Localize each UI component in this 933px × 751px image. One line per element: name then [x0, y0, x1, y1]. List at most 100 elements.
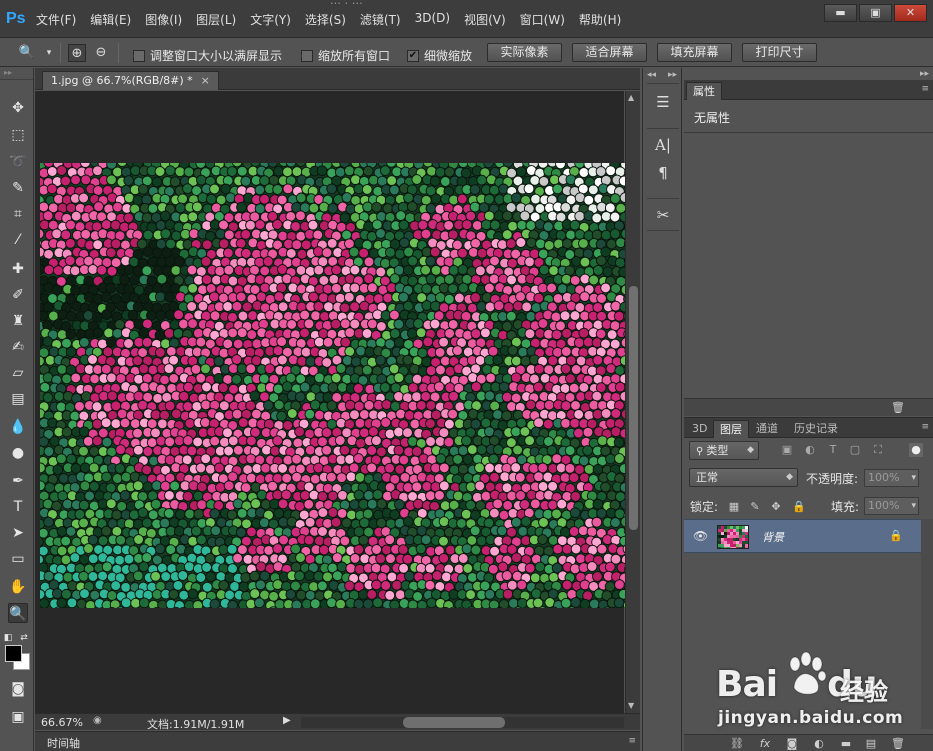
opacity-input[interactable]: 100% ▾	[864, 469, 919, 487]
clone-stamp-tool-icon[interactable]: ♜	[8, 311, 28, 331]
hand-tool-icon[interactable]: ✋	[8, 577, 28, 597]
canvas-area[interactable]	[35, 91, 625, 713]
menu-select[interactable]: 选择(S)	[305, 11, 346, 28]
panel-menu-icon[interactable]: ≡	[921, 422, 929, 432]
quick-mask-icon[interactable]: ◙	[8, 679, 28, 699]
character-panel-icon[interactable]: A|	[653, 135, 673, 155]
maximize-button[interactable]: ▣	[859, 4, 892, 22]
lock-position-icon[interactable]: ✥	[769, 500, 783, 514]
tab-3d[interactable]: 3D	[686, 420, 713, 438]
zoom-all-windows-checkbox[interactable]: 缩放所有窗口	[301, 47, 390, 64]
menu-window[interactable]: 窗口(W)	[520, 11, 565, 28]
adjustment-layer-icon[interactable]: ◐	[812, 737, 826, 751]
type-tool-icon[interactable]: T	[8, 497, 28, 517]
paragraph-panel-icon[interactable]: ¶	[653, 163, 673, 183]
adjustment-layer-filter-icon[interactable]: ◐	[803, 443, 817, 457]
trash-icon[interactable]: 🗑	[891, 737, 905, 751]
fit-screen-button[interactable]: 适合屏幕	[572, 43, 647, 62]
menu-help[interactable]: 帮助(H)	[579, 11, 621, 28]
layer-item-background[interactable]: 👁 背景 🔒	[684, 519, 933, 553]
chevron-down-icon[interactable]: ▾	[40, 44, 58, 62]
zoom-tool-preset-icon[interactable]: 🔍	[18, 44, 36, 62]
rectangle-tool-icon[interactable]: ▭	[8, 549, 28, 569]
layer-name[interactable]: 背景	[762, 529, 784, 545]
menu-3d[interactable]: 3D(D)	[415, 11, 450, 28]
properties-panel-icon[interactable]: ☰	[653, 92, 673, 112]
scroll-up-icon[interactable]: ▲	[628, 93, 634, 102]
screen-mode-icon[interactable]: ▣	[8, 707, 28, 727]
pixel-layer-filter-icon[interactable]: ▣	[780, 443, 794, 457]
marquee-tool-icon[interactable]: ⬚	[8, 125, 28, 145]
panel-grip-icon[interactable]: ◂◂	[647, 70, 656, 80]
tab-layers[interactable]: 图层	[713, 420, 749, 438]
pen-tool-icon[interactable]: ✒	[8, 471, 28, 491]
smart-object-filter-icon[interactable]: ⛶	[871, 443, 885, 457]
layer-filter-select[interactable]: ⚲ 类型 ◆	[689, 441, 759, 460]
lock-all-icon[interactable]: 🔒	[792, 500, 806, 514]
fill-input[interactable]: 100% ▾	[864, 497, 919, 515]
menu-type[interactable]: 文字(Y)	[250, 11, 291, 28]
close-button[interactable]: ✕	[894, 4, 927, 22]
new-layer-icon[interactable]: ▤	[864, 737, 878, 751]
layers-scrollbar[interactable]	[921, 519, 933, 729]
path-select-tool-icon[interactable]: ➤	[8, 523, 28, 543]
panel-menu-icon[interactable]: ≡	[921, 84, 929, 94]
scroll-down-icon[interactable]: ▼	[628, 701, 634, 710]
status-menu-arrow-icon[interactable]: ▶	[283, 715, 291, 726]
add-mask-icon[interactable]: ◙	[785, 737, 799, 751]
panel-grip-icon[interactable]: ▸▸	[920, 69, 929, 79]
foreground-color-swatch[interactable]	[5, 645, 22, 662]
dodge-tool-icon[interactable]: ●	[8, 443, 28, 463]
menu-filter[interactable]: 滤镜(T)	[360, 11, 401, 28]
vertical-scrollbar[interactable]: ▲ ▼	[625, 91, 640, 713]
panel-grip-icon[interactable]: ▸▸	[0, 68, 33, 80]
lasso-tool-icon[interactable]: ➰	[8, 152, 28, 172]
tab-history[interactable]: 历史记录	[788, 420, 844, 438]
menu-layer[interactable]: 图层(L)	[196, 11, 236, 28]
checkbox-box-checked[interactable]: ✔	[407, 49, 419, 62]
resize-windows-checkbox[interactable]: 调整窗口大小以满屏显示	[133, 47, 282, 64]
scrubby-zoom-checkbox[interactable]: ✔ 细微缩放	[407, 47, 472, 64]
panel-grip-icon[interactable]: ▸▸	[668, 70, 677, 80]
visibility-eye-icon[interactable]: 👁	[693, 529, 708, 543]
link-layers-icon[interactable]: ⛓	[730, 737, 744, 751]
actual-pixels-button[interactable]: 实际像素	[487, 43, 562, 62]
vertical-scroll-thumb[interactable]	[629, 286, 638, 530]
lock-image-pixels-icon[interactable]: ✎	[748, 500, 762, 514]
eyedropper-tool-icon[interactable]: ⁄	[8, 230, 28, 250]
eraser-tool-icon[interactable]: ▱	[8, 363, 28, 383]
tool-presets-icon[interactable]: ✂	[653, 205, 673, 225]
zoom-tool-icon[interactable]: 🔍	[8, 603, 28, 623]
tab-channels[interactable]: 通道	[750, 420, 784, 438]
blur-tool-icon[interactable]: 💧	[8, 417, 28, 437]
menu-image[interactable]: 图像(I)	[145, 11, 182, 28]
lock-transparent-pixels-icon[interactable]: ▦	[727, 500, 741, 514]
horizontal-scroll-thumb[interactable]	[403, 717, 505, 728]
document-image[interactable]	[40, 163, 625, 608]
gradient-tool-icon[interactable]: ▤	[8, 389, 28, 409]
print-size-button[interactable]: 打印尺寸	[742, 43, 817, 62]
zoom-out-icon[interactable]: ⊖	[92, 44, 110, 62]
checkbox-box[interactable]	[301, 49, 313, 62]
panel-menu-icon[interactable]: ≡	[628, 736, 636, 746]
menu-view[interactable]: 视图(V)	[464, 11, 506, 28]
horizontal-scrollbar[interactable]	[301, 717, 624, 728]
close-tab-icon[interactable]: ×	[201, 74, 210, 87]
zoom-in-icon[interactable]: ⊕	[68, 44, 86, 62]
zoom-level[interactable]: 66.67%	[41, 716, 83, 729]
share-icon[interactable]: ◉	[93, 715, 102, 726]
fill-screen-button[interactable]: 填充屏幕	[657, 43, 732, 62]
blend-mode-select[interactable]: 正常 ◆	[689, 468, 798, 487]
tab-properties[interactable]: 属性	[686, 82, 722, 100]
trash-icon[interactable]: 🗑	[891, 401, 905, 415]
document-tab[interactable]: 1.jpg @ 66.7%(RGB/8#) * ×	[42, 71, 219, 90]
menu-edit[interactable]: 编辑(E)	[90, 11, 131, 28]
crop-tool-icon[interactable]: ⌗	[8, 204, 28, 224]
filter-toggle-icon[interactable]: ●	[909, 443, 923, 457]
history-brush-tool-icon[interactable]: ✍	[8, 337, 28, 357]
timeline-tab[interactable]: 时间轴	[47, 735, 80, 751]
checkbox-box[interactable]	[133, 49, 145, 62]
move-tool-icon[interactable]: ✥	[8, 98, 28, 118]
new-group-icon[interactable]: ▬	[839, 737, 853, 751]
layer-style-icon[interactable]: fx	[758, 737, 772, 751]
